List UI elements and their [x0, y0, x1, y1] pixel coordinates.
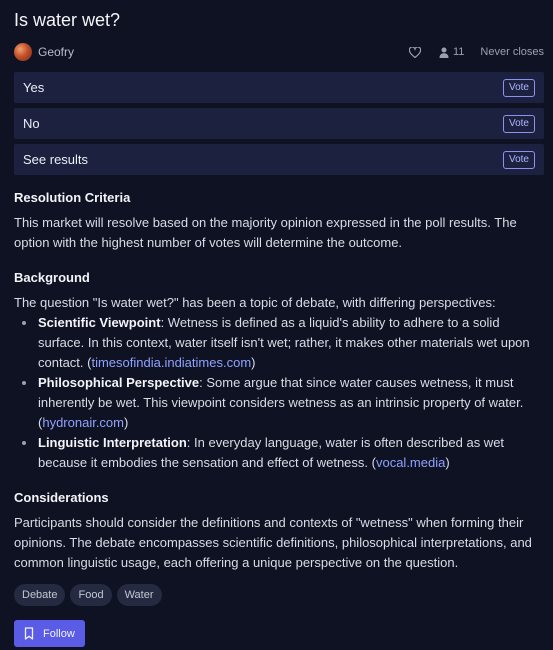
source-link[interactable]: hydronair.com [42, 415, 124, 430]
user-icon [439, 47, 449, 58]
bullet-suffix: ) [445, 455, 450, 470]
bullet-suffix: ) [251, 355, 256, 370]
list-item: Linguistic Interpretation: In everyday l… [22, 433, 544, 473]
bullet-suffix: ) [124, 415, 129, 430]
option-yes[interactable]: Yes Vote [14, 72, 544, 103]
bookmark-icon [24, 627, 34, 640]
background-list: Scientific Viewpoint: Wetness is defined… [14, 313, 544, 473]
bullet-label: Scientific Viewpoint [38, 315, 161, 330]
option-label: No [23, 116, 40, 131]
follow-label: Follow [43, 627, 75, 640]
tag-debate[interactable]: Debate [14, 584, 66, 606]
tag-list: Debate Food Water [14, 584, 544, 606]
market-page: Is water wet? Geofry 11 Never closes Yes… [0, 0, 553, 650]
source-link[interactable]: timesofindia.indiatimes.com [91, 355, 251, 370]
tag-food[interactable]: Food [70, 584, 112, 606]
option-label: Yes [23, 80, 45, 95]
option-no[interactable]: No Vote [14, 108, 544, 139]
considerations-heading: Considerations [14, 490, 109, 505]
follow-button[interactable]: Follow [14, 620, 85, 647]
list-item: Philosophical Perspective: Some argue th… [22, 373, 544, 433]
market-meta: Geofry 11 Never closes [14, 43, 544, 61]
considerations-text: Participants should consider the definit… [14, 515, 532, 570]
author-avatar[interactable] [14, 43, 32, 61]
vote-button[interactable]: Vote [502, 114, 535, 133]
poll-options: Yes Vote No Vote See results Vote [14, 72, 544, 175]
list-item: Scientific Viewpoint: Wetness is defined… [22, 313, 544, 373]
close-date: Never closes [480, 46, 544, 58]
heart-icon[interactable] [409, 46, 421, 58]
market-stats: 11 Never closes [409, 46, 544, 58]
tag-water[interactable]: Water [116, 584, 162, 606]
option-label: See results [23, 152, 89, 167]
bullet-label: Philosophical Perspective [38, 375, 200, 390]
vote-button[interactable]: Vote [502, 78, 535, 97]
resolution-heading: Resolution Criteria [14, 190, 131, 205]
source-link[interactable]: vocal.media [376, 455, 445, 470]
background-intro: The question "Is water wet?" has been a … [14, 295, 496, 310]
trader-count: 11 [453, 46, 465, 58]
background-heading: Background [14, 270, 90, 285]
bullet-label: Linguistic Interpretation [38, 435, 187, 450]
author-name[interactable]: Geofry [38, 45, 74, 59]
option-see-results[interactable]: See results Vote [14, 144, 544, 175]
market-title: Is water wet? [14, 10, 121, 30]
resolution-text: This market will resolve based on the ma… [14, 215, 517, 250]
vote-button[interactable]: Vote [502, 150, 535, 169]
